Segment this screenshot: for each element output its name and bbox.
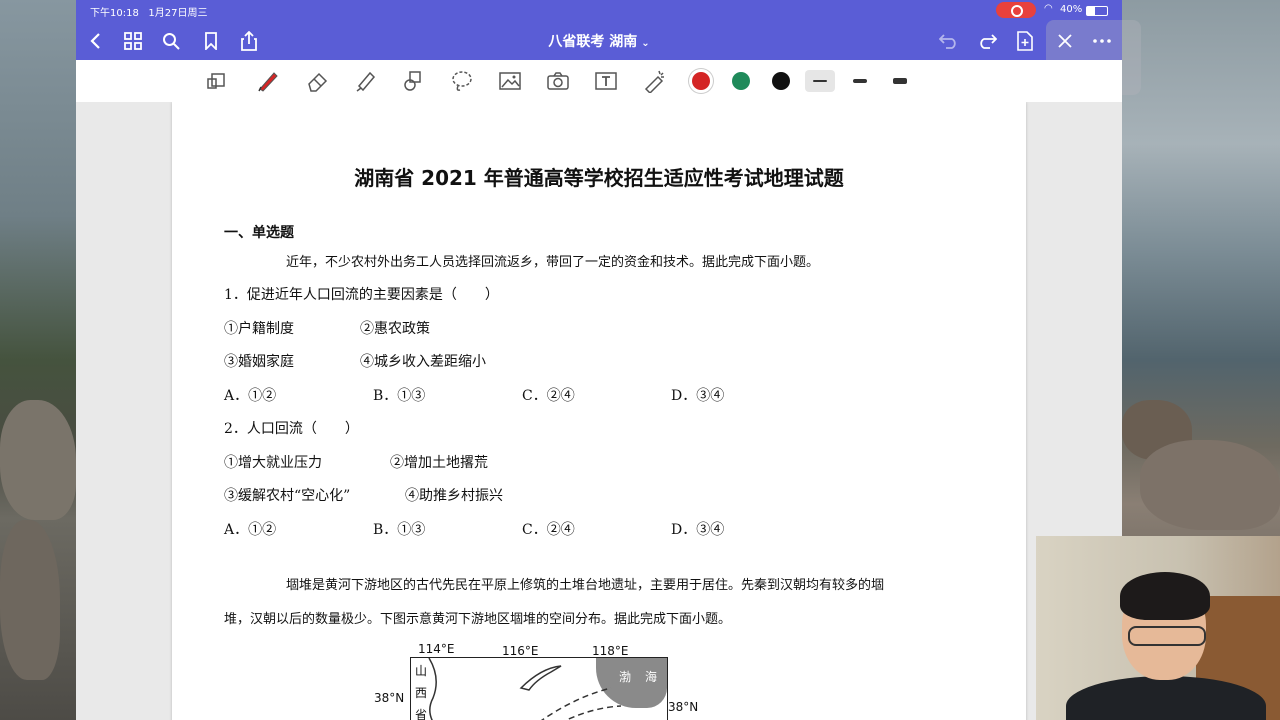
statement-item: ②增加土地撂荒 [390, 455, 488, 471]
chevron-down-icon: ⌄ [641, 38, 650, 49]
question-stem: 1．促进近年人口回流的主要因素是（ ） [224, 287, 499, 303]
highlighter-icon[interactable] [354, 69, 378, 93]
pen-icon[interactable] [256, 69, 280, 93]
longitude-label: 114°E [418, 642, 455, 656]
stroke-thin-selected[interactable] [805, 70, 835, 92]
document-title[interactable]: 八省联考 湖南 ⌄ [76, 31, 1122, 51]
statement-item: ③缓解农村“空心化” [224, 488, 351, 504]
zoom-window-icon[interactable] [204, 69, 228, 93]
color-swatch-green[interactable] [732, 72, 750, 90]
passage-text: 堌堆是黄河下游地区的古代先民在平原上修筑的土堆台地遗址，主要用于居住。先秦到汉朝… [286, 578, 885, 593]
answer-option: A．①② [224, 388, 277, 404]
answer-option: D．③④ [671, 388, 725, 404]
answer-option: A．①② [224, 522, 277, 538]
annotation-toolbar [76, 60, 1122, 103]
eraser-icon[interactable] [306, 69, 330, 93]
status-bar: 下午10:18 1月27日周三 ◠ 40% [76, 0, 1122, 20]
exam-title: 湖南省 2021 年普通高等学校招生适应性考试地理试题 [354, 166, 844, 190]
statement-item: ②惠农政策 [360, 321, 430, 337]
add-page-icon[interactable] [1014, 30, 1036, 52]
redo-icon[interactable] [976, 30, 998, 52]
more-options-icon[interactable] [1091, 30, 1113, 52]
map-frame: 渤 海 山 西 省 [410, 657, 668, 720]
screen-recording-indicator[interactable] [996, 2, 1036, 18]
map-boundaries [428, 658, 622, 720]
webcam-person-glasses [1128, 626, 1206, 646]
laser-pointer-icon[interactable] [642, 69, 666, 93]
statement-item: ④城乡收入差距缩小 [360, 354, 486, 370]
shapes-icon[interactable] [402, 69, 426, 93]
undo-icon[interactable] [938, 30, 960, 52]
latitude-label: 38°N [668, 700, 699, 714]
statement-item: ①户籍制度 [224, 321, 294, 337]
notes-app-window: 下午10:18 1月27日周三 ◠ 40% 八省联考 湖南 ⌄ 湖南省 2021… [76, 0, 1141, 720]
background-rock [1140, 440, 1280, 530]
battery-icon [1086, 6, 1108, 16]
question-stem: 2．人口回流（ ） [224, 421, 359, 437]
image-icon[interactable] [498, 69, 522, 93]
status-time: 下午10:18 1月27日周三 [90, 8, 208, 19]
stroke-thick[interactable] [885, 70, 915, 92]
webcam-overlay [1036, 536, 1280, 720]
background-rock [0, 400, 76, 520]
map-figure: 114°E 116°E 118°E 38°N 38°N 渤 海 山 西 省 [362, 637, 762, 720]
color-swatch-red-selected[interactable] [692, 72, 710, 90]
background-rock [0, 520, 60, 680]
navigation-bar: 八省联考 湖南 ⌄ [76, 20, 1141, 95]
answer-option: B．①③ [373, 522, 426, 538]
longitude-label: 118°E [592, 644, 629, 658]
latitude-label: 38°N [374, 691, 405, 705]
answer-option: B．①③ [373, 388, 426, 404]
wifi-icon: ◠ [1044, 3, 1053, 14]
answer-option: C．②④ [522, 388, 575, 404]
passage-text: 近年，不少农村外出务工人员选择回流返乡，带回了一定的资金和技术。据此完成下面小题… [286, 255, 820, 270]
answer-option: C．②④ [522, 522, 575, 538]
statement-item: ④助推乡村振兴 [405, 488, 503, 504]
answer-option: D．③④ [671, 522, 725, 538]
camera-icon[interactable] [546, 69, 570, 93]
document-canvas[interactable]: 湖南省 2021 年普通高等学校招生适应性考试地理试题 一、单选题 近年，不少农… [76, 102, 1122, 720]
statement-item: ③婚姻家庭 [224, 354, 294, 370]
document-page[interactable]: 湖南省 2021 年普通高等学校招生适应性考试地理试题 一、单选题 近年，不少农… [172, 102, 1026, 720]
section-heading: 一、单选题 [224, 225, 294, 241]
longitude-label: 116°E [502, 644, 539, 658]
close-icon[interactable] [1054, 30, 1076, 52]
webcam-person-hair [1120, 572, 1210, 620]
text-box-icon[interactable] [594, 69, 618, 93]
lasso-icon[interactable] [450, 69, 474, 93]
stroke-medium[interactable] [845, 70, 875, 92]
color-swatch-black[interactable] [772, 72, 790, 90]
battery-percent: 40% [1060, 4, 1083, 15]
statement-item: ①增大就业压力 [224, 455, 322, 471]
passage-text: 堆，汉朝以后的数量极少。下图示意黄河下游地区堌堆的空间分布。据此完成下面小题。 [224, 612, 732, 627]
